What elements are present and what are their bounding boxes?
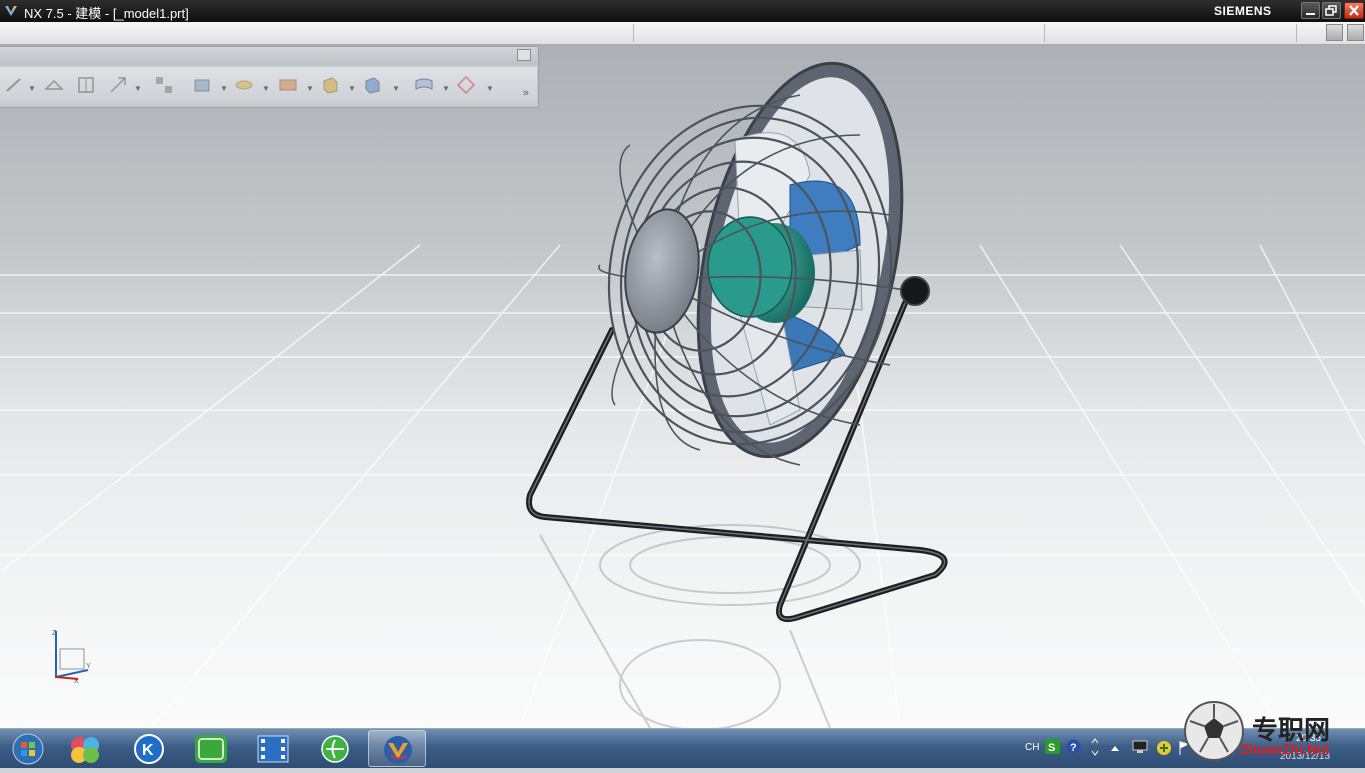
dropdown-arrow-icon[interactable]: ▼ <box>486 84 494 93</box>
pivot-knob <box>900 276 930 306</box>
iqiyi-icon <box>195 735 227 763</box>
dropdown-arrow-icon[interactable]: ▼ <box>392 84 400 93</box>
taskbar-app-colorful[interactable] <box>56 730 114 767</box>
start-button[interactable] <box>2 730 54 767</box>
toolbar-row: ▼ ▼ ▼ ▼ ▼ ▼ ▼ ▼ ▼ » <box>0 67 537 103</box>
taskbar: K CH S ? 20:35 2013/12/13 <box>0 728 1365 768</box>
datum-axis-icon[interactable] <box>108 75 128 95</box>
tray-arrows-icon[interactable] <box>1090 737 1100 757</box>
dropdown-arrow-icon[interactable]: ▼ <box>348 84 356 93</box>
move-face-icon[interactable] <box>456 75 476 95</box>
dropdown-arrow-icon[interactable]: ▼ <box>262 84 270 93</box>
pattern-icon[interactable] <box>154 75 174 95</box>
siemens-logo: SIEMENS <box>1214 4 1272 18</box>
menu-separator <box>1296 24 1297 42</box>
svg-text:Z: Z <box>52 630 57 637</box>
toolbar-overflow-icon[interactable]: » <box>523 87 529 99</box>
taskbar-app-video-editor[interactable] <box>244 730 302 767</box>
taskbar-app-nx[interactable] <box>368 730 426 767</box>
taskbar-app-browser[interactable] <box>306 730 364 767</box>
close-icon <box>1349 5 1359 16</box>
svg-text:K: K <box>142 742 154 759</box>
fan-model-render: Z Y X <box>0 61 1365 728</box>
nx-app-icon <box>384 736 412 764</box>
title-bar: NX 7.5 - 建模 - [_model1.prt] SIEMENS <box>0 0 1365 22</box>
menu-separator <box>1044 24 1045 42</box>
svg-text:?: ? <box>1070 742 1077 754</box>
dropdown-arrow-icon[interactable]: ▼ <box>306 84 314 93</box>
window-title: NX 7.5 - 建模 - [_model1.prt] <box>24 6 189 21</box>
datum-csys-icon[interactable] <box>76 75 96 95</box>
tray-language[interactable]: CH <box>1025 742 1039 753</box>
toolbar-menu-button[interactable] <box>517 49 531 61</box>
s-input-icon[interactable]: S <box>1045 739 1060 754</box>
feature-toolbar: ▼ ▼ ▼ ▼ ▼ ▼ ▼ ▼ ▼ » <box>0 46 539 108</box>
help-icon[interactable]: ? <box>1066 739 1081 754</box>
browser-icon <box>321 735 349 763</box>
restore-button[interactable] <box>1322 2 1341 19</box>
svg-text:S: S <box>1048 742 1055 754</box>
revolve-icon[interactable] <box>234 75 254 95</box>
taskbar-app-iqiyi[interactable] <box>182 730 240 767</box>
toolbar-header <box>0 47 537 65</box>
soccer-ball-logo <box>1184 701 1244 761</box>
k-player-icon: K <box>134 734 164 764</box>
taskbar-app-kplayer[interactable]: K <box>120 730 178 767</box>
minimize-icon <box>1306 13 1315 15</box>
network-icon[interactable] <box>1132 740 1148 754</box>
dropdown-arrow-icon[interactable]: ▼ <box>28 84 36 93</box>
show-hidden-icons-icon[interactable] <box>1110 743 1120 753</box>
watermark-english-text: ZhuanZhi.Net <box>1240 741 1330 757</box>
fullscreen-button[interactable] <box>1347 24 1364 41</box>
menu-strip <box>0 22 1365 45</box>
restore-icon <box>1325 5 1337 16</box>
dropdown-arrow-icon[interactable]: ▼ <box>134 84 142 93</box>
hole-icon[interactable] <box>278 75 298 95</box>
sketch-icon[interactable] <box>4 75 24 95</box>
view-layout-button[interactable] <box>1326 24 1343 41</box>
security-plus-icon[interactable] <box>1156 740 1172 756</box>
dropdown-arrow-icon[interactable]: ▼ <box>442 84 450 93</box>
dropdown-arrow-icon[interactable]: ▼ <box>220 84 228 93</box>
colorful-app-icon <box>71 737 99 763</box>
windows-start-icon <box>12 733 44 765</box>
datum-plane-icon[interactable] <box>44 75 64 95</box>
block-icon[interactable] <box>320 75 340 95</box>
film-strip-icon <box>257 735 289 763</box>
surface-icon[interactable] <box>414 75 434 95</box>
close-button[interactable] <box>1344 2 1364 19</box>
extrude-icon[interactable] <box>192 75 212 95</box>
menu-separator <box>633 24 634 42</box>
nx-logo-icon <box>5 6 17 16</box>
minimize-button[interactable] <box>1301 2 1320 19</box>
graphics-viewport[interactable]: Z Y X <box>0 45 1365 728</box>
svg-text:X: X <box>74 678 79 685</box>
svg-text:Y: Y <box>86 663 91 670</box>
cylinder-icon[interactable] <box>362 75 382 95</box>
